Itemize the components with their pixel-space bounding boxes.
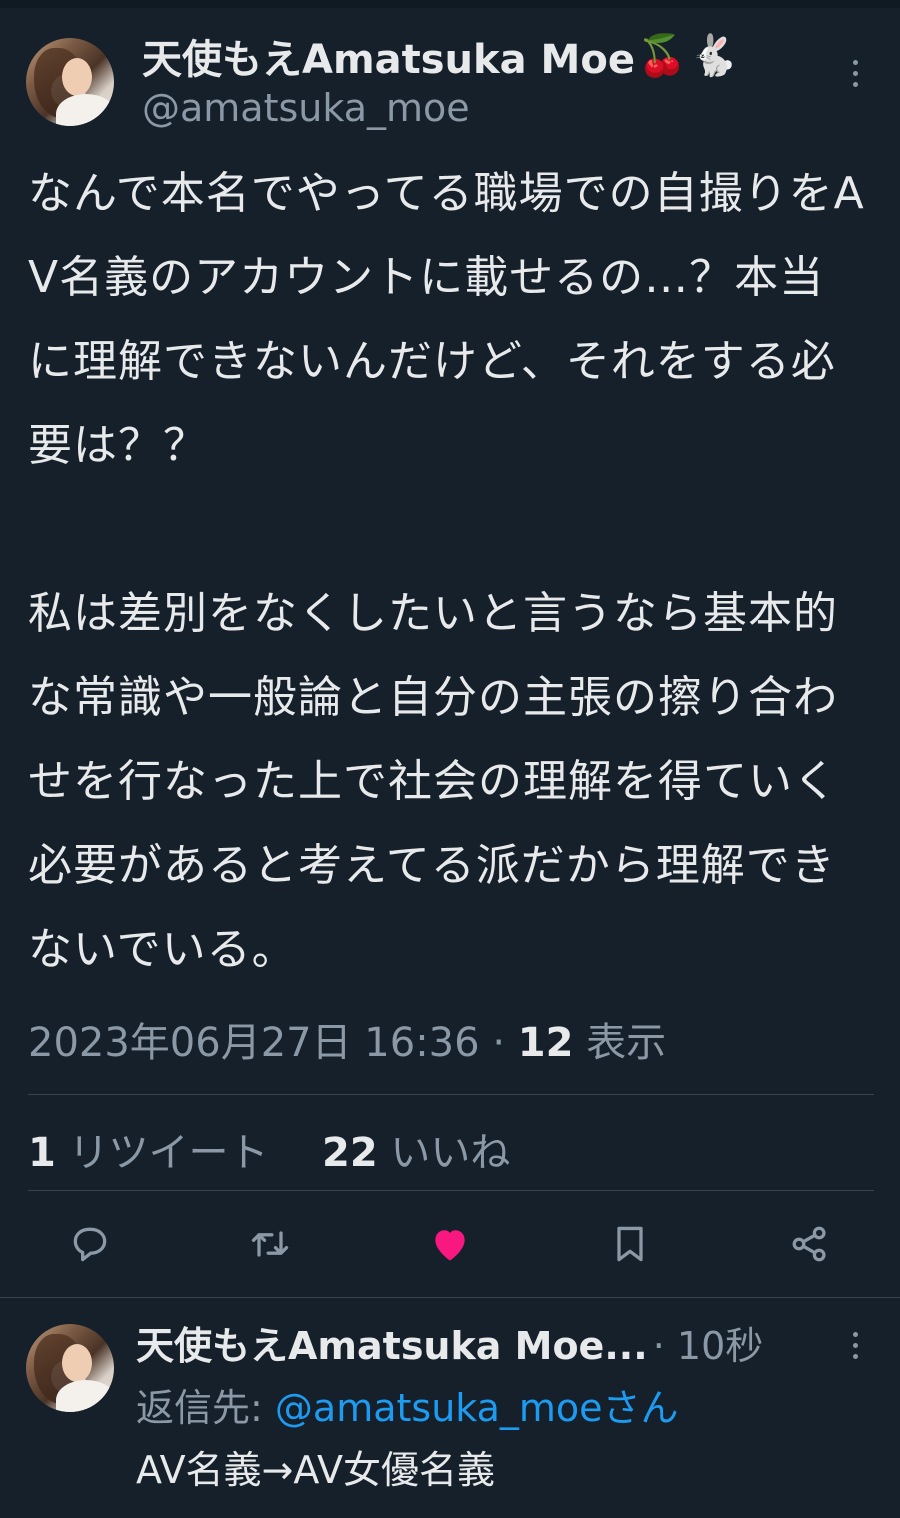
tweet-timestamp[interactable]: 2023年06月27日 16:36 (28, 1020, 480, 1066)
bookmark-button[interactable] (606, 1220, 654, 1268)
author-handle[interactable]: @amatsuka_moe (142, 86, 470, 130)
author-name-row[interactable]: 天使もえAmatsuka Moe 🍒 🐇 (142, 28, 739, 84)
author-display-name[interactable]: 天使もえAmatsuka Moe (142, 27, 635, 85)
share-button[interactable] (786, 1220, 834, 1268)
meta-separator: · (492, 1020, 518, 1066)
likes-label[interactable]: いいね (390, 1130, 510, 1176)
top-border (0, 0, 900, 8)
reply-avatar[interactable] (26, 1324, 114, 1412)
divider (28, 1190, 874, 1191)
reply-icon (73, 1227, 107, 1262)
divider (28, 1094, 874, 1095)
reply-to-handle[interactable]: @amatsuka_moeさん (275, 1386, 679, 1430)
reply-time[interactable]: 10秒 (677, 1324, 763, 1368)
reply-button[interactable] (66, 1220, 114, 1268)
retweet-button[interactable] (246, 1220, 294, 1268)
like-button[interactable] (426, 1220, 474, 1268)
likes-count[interactable]: 22 (322, 1130, 378, 1176)
engagement-stats: 1 リツイート 22 いいね (28, 1120, 510, 1178)
more-options-icon[interactable] (853, 60, 859, 93)
reply-author-name[interactable]: 天使もえAmatsuka Moe... (136, 1324, 648, 1368)
share-icon (792, 1226, 826, 1262)
reply-time-separator: · (652, 1324, 677, 1368)
rabbit-emoji: 🐇 (688, 33, 739, 79)
thread-separator (0, 1297, 900, 1298)
retweet-icon (251, 1231, 289, 1257)
avatar[interactable] (26, 38, 114, 126)
reply-text: AV名義→AV女優名義 (136, 1448, 495, 1492)
reply-to-line: 返信先: @amatsuka_moeさん (136, 1380, 679, 1436)
heart-icon (435, 1230, 465, 1261)
cherry-emoji: 🍒 (636, 33, 687, 79)
reply-more-options-icon[interactable] (853, 1332, 859, 1365)
bookmark-icon (617, 1226, 643, 1262)
reply-header: 天使もえAmatsuka Moe... · 10秒 (136, 1318, 763, 1374)
tweet-text: なんで本名でやってる職場での自撮りをAV名義のアカウントに載せるの…？本当に理解… (28, 168, 865, 975)
tweet-meta: 2023年06月27日 16:36 · 12 表示 (28, 1010, 666, 1068)
reply-to-label: 返信先: (136, 1386, 263, 1430)
views-count: 12 (517, 1020, 574, 1066)
retweets-label[interactable]: リツイート (69, 1130, 269, 1176)
retweets-count[interactable]: 1 (28, 1130, 56, 1176)
views-label: 表示 (586, 1020, 667, 1066)
